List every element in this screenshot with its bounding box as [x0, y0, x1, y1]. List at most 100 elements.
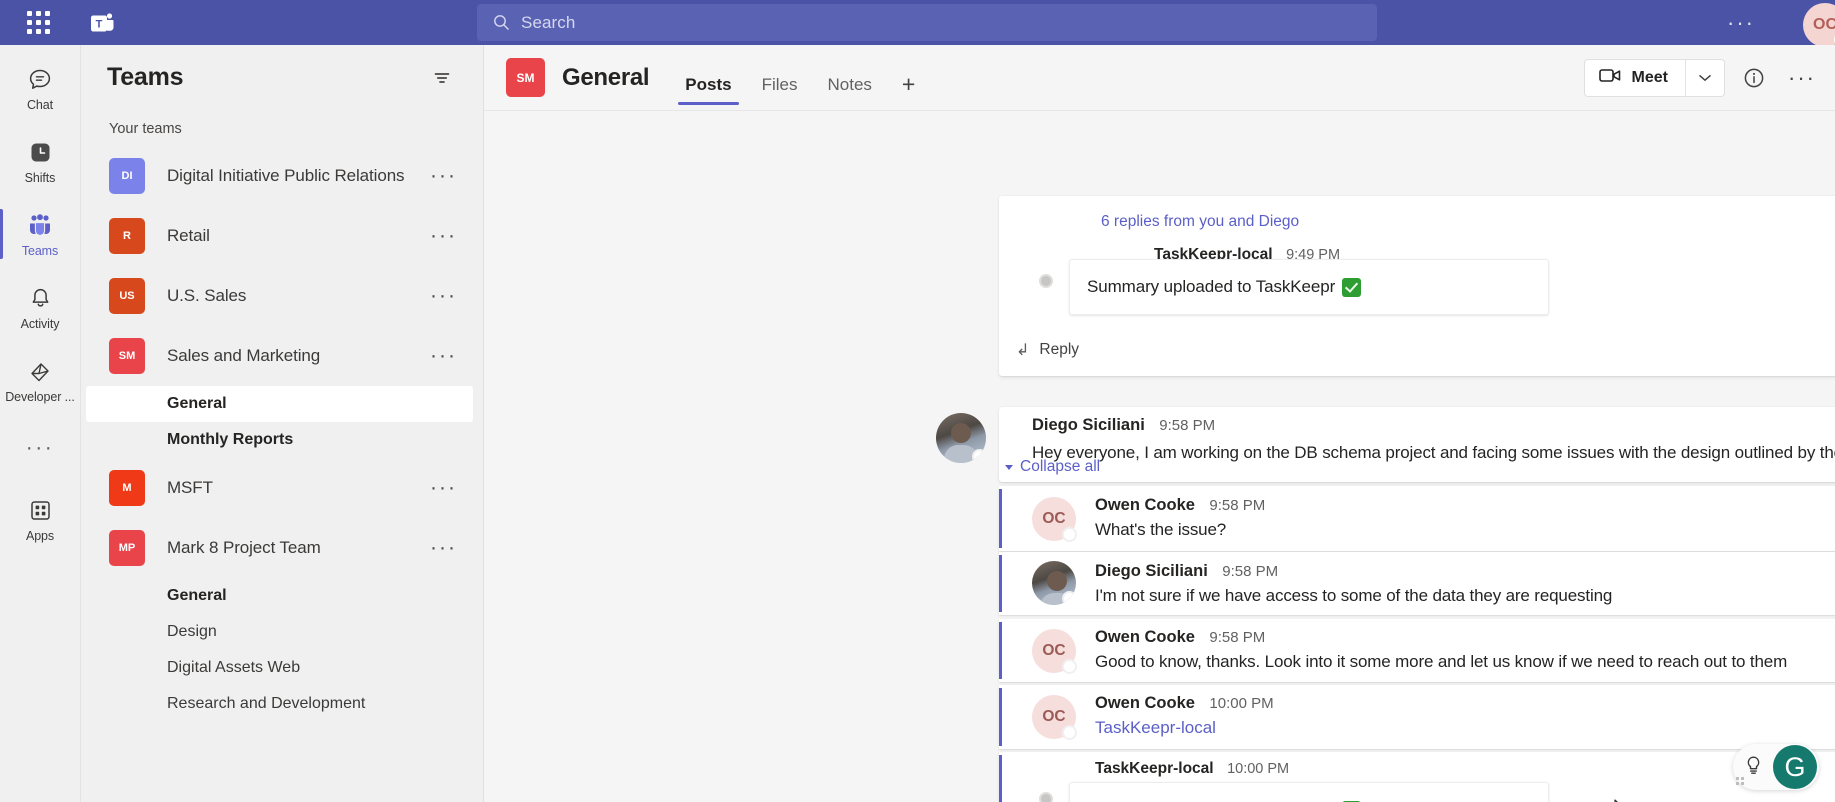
tab-files[interactable]: Files — [753, 59, 807, 111]
info-circle-icon[interactable] — [1735, 59, 1773, 97]
more-horizontal-icon[interactable]: ··· — [1783, 59, 1821, 97]
sidebar-channel-general-sales[interactable]: General — [86, 386, 473, 422]
collapse-all-label: Collapse all — [1020, 458, 1101, 475]
team-more-options-button[interactable]: ··· — [430, 224, 457, 248]
team-name: MSFT — [167, 478, 213, 497]
avatar[interactable]: OC — [1032, 695, 1077, 740]
mention-link[interactable]: TaskKeepr-local — [1095, 718, 1216, 737]
message-reply[interactable]: OC Owen Cooke 10:00 PM TaskKeepr-local — [999, 685, 1835, 749]
sidebar-channel-research-and-development[interactable]: Research and Development — [81, 686, 483, 722]
message-bot-bottom[interactable]: TaskKeepr-local 10:00 PM Summary uploade… — [999, 752, 1835, 802]
message-author: Diego Siciliani — [1032, 416, 1145, 434]
sidebar-channel-digital-assets-web[interactable]: Digital Assets Web — [81, 650, 483, 686]
message-header: Owen Cooke 10:00 PM — [1095, 694, 1274, 713]
avatar[interactable]: OC — [1032, 629, 1077, 674]
search-icon — [493, 14, 510, 31]
sidebar-section-label: Your teams — [109, 121, 182, 137]
tab-notes[interactable]: Notes — [818, 59, 880, 111]
replies-summary-link[interactable]: 6 replies from you and Diego — [1101, 213, 1299, 231]
rail-label-teams: Teams — [21, 243, 59, 258]
rail-more-apps-button[interactable]: ··· — [0, 422, 81, 474]
adaptive-card[interactable]: Summary uploaded to TaskKeepr — [1069, 782, 1549, 802]
lightbulb-icon[interactable] — [1745, 755, 1762, 780]
rail-item-chat[interactable]: Chat — [0, 57, 81, 120]
teams-logo-icon[interactable]: T — [85, 0, 119, 45]
message-header: Diego Siciliani 9:58 PM — [1095, 562, 1278, 581]
presence-indicator — [1062, 527, 1077, 542]
rail-item-activity[interactable]: Activity — [0, 276, 81, 339]
topbar-more-button[interactable]: ··· — [1722, 0, 1760, 45]
message-author: Owen Cooke — [1095, 628, 1195, 646]
team-name: Sales and Marketing — [167, 346, 321, 365]
presence-indicator — [972, 449, 986, 463]
page-title: General — [562, 63, 650, 91]
message-reply[interactable]: Diego Siciliani 9:58 PM I'm not sure if … — [999, 552, 1835, 615]
avatar-initials: OC — [1042, 708, 1066, 725]
avatar[interactable] — [1032, 561, 1076, 605]
message-header: TaskKeepr-local 10:00 PM — [1095, 760, 1289, 778]
team-name: Digital Initiative Public Relations — [167, 166, 405, 185]
message-reply[interactable]: OC Owen Cooke 9:58 PM What's the issue? — [999, 486, 1835, 551]
message-timestamp: 9:58 PM — [1209, 497, 1266, 514]
message-body: TaskKeepr-local — [1095, 718, 1216, 738]
collapse-all-button[interactable]: Collapse all — [1005, 458, 1100, 476]
tab-posts[interactable]: Posts — [676, 59, 740, 111]
adaptive-card-text: Summary uploaded to TaskKeepr — [1087, 277, 1336, 296]
app-rail: Chat Shifts Teams Activity Developer ...… — [0, 45, 81, 802]
app-launcher-icon[interactable] — [18, 0, 58, 45]
sidebar-team-digital-initiative-public-relations[interactable]: DI Digital Initiative Public Relations ·… — [81, 146, 483, 206]
avatar[interactable]: OC — [1032, 497, 1077, 542]
message-timestamp: 10:00 PM — [1227, 761, 1290, 777]
team-more-options-button[interactable]: ··· — [430, 476, 457, 500]
title-bar: T Search ··· OC — [0, 0, 1835, 47]
adaptive-card[interactable]: Summary uploaded to TaskKeepr — [1069, 259, 1549, 315]
reply-button[interactable]: ↲ Reply — [1016, 340, 1079, 360]
message-post-root[interactable]: Diego Siciliani 9:58 PM Hey everyone, I … — [936, 407, 1835, 482]
rail-item-shifts[interactable]: Shifts — [0, 130, 81, 193]
channel-tabs: Posts Files Notes + — [676, 45, 936, 111]
sidebar-team-retail[interactable]: R Retail ··· — [81, 206, 483, 266]
team-more-options-button[interactable]: ··· — [430, 536, 457, 560]
rail-label-developer: Developer ... — [5, 389, 75, 404]
sidebar-header: Teams — [81, 45, 483, 110]
chevron-down-icon[interactable] — [1685, 59, 1724, 96]
meet-button-main[interactable]: Meet — [1585, 60, 1685, 96]
sidebar-team-msft[interactable]: M MSFT ··· — [81, 458, 483, 518]
message-timestamp: 9:58 PM — [1159, 417, 1216, 434]
rail-item-developer-portal[interactable]: Developer ... — [0, 349, 81, 412]
team-more-options-button[interactable]: ··· — [430, 344, 457, 368]
grammarly-logo-icon[interactable]: G — [1773, 745, 1817, 789]
presence-indicator — [1062, 659, 1077, 674]
rail-item-apps[interactable]: Apps — [0, 488, 81, 551]
sidebar-team-us-sales[interactable]: US U.S. Sales ··· — [81, 266, 483, 326]
drag-handle-icon[interactable] — [1736, 777, 1744, 785]
rail-item-teams[interactable]: Teams — [0, 203, 81, 266]
team-more-options-button[interactable]: ··· — [430, 284, 457, 308]
sidebar-title: Teams — [107, 63, 184, 91]
sidebar-team-mark-8-project-team[interactable]: MP Mark 8 Project Team ··· — [81, 518, 483, 578]
meet-button[interactable]: Meet — [1583, 58, 1725, 97]
developer-icon — [27, 358, 53, 386]
grammarly-widget[interactable]: G — [1733, 744, 1819, 790]
avatar[interactable] — [936, 413, 986, 463]
svg-text:T: T — [96, 18, 103, 30]
sidebar-team-sales-and-marketing[interactable]: SM Sales and Marketing ··· — [81, 326, 483, 386]
team-avatar: US — [109, 278, 145, 314]
chevron-down-icon — [1005, 464, 1013, 470]
message-body: I'm not sure if we have access to some o… — [1095, 586, 1613, 605]
team-more-options-button[interactable]: ··· — [430, 164, 457, 188]
avatar[interactable]: OC — [1803, 3, 1835, 47]
sidebar-channel-general-mark8[interactable]: General — [81, 578, 483, 614]
message-author: Owen Cooke — [1095, 694, 1195, 712]
sidebar-channel-design[interactable]: Design — [81, 614, 483, 650]
meet-label: Meet — [1631, 68, 1668, 86]
chat-icon — [27, 66, 53, 94]
add-tab-button[interactable]: + — [893, 59, 924, 111]
message-list[interactable]: 6 replies from you and Diego TaskKeepr-l… — [484, 111, 1835, 802]
reply-arrow-icon: ↲ — [1016, 342, 1030, 359]
filter-icon[interactable] — [425, 61, 459, 95]
message-body: Hey everyone, I am working on the DB sch… — [1032, 443, 1835, 462]
sidebar-channel-monthly-reports[interactable]: Monthly Reports — [81, 422, 483, 458]
search-input[interactable]: Search — [477, 4, 1377, 41]
message-reply[interactable]: OC Owen Cooke 9:58 PM Good to know, than… — [999, 619, 1835, 682]
